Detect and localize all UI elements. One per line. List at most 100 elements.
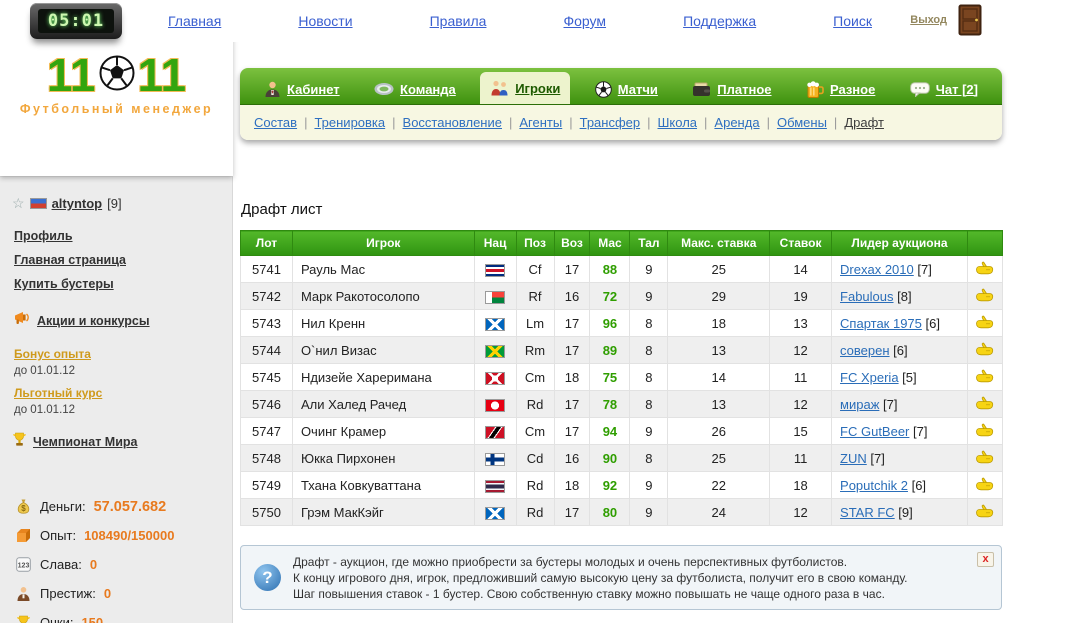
moneybag-icon: $ [14, 498, 32, 515]
site-logo[interactable]: 11 11 Футбольный менеджер [14, 52, 219, 116]
leader-link[interactable]: Спартак 1975 [840, 316, 922, 331]
bid-hand-icon[interactable] [975, 369, 994, 383]
logout-link[interactable]: Выход [910, 14, 947, 26]
age-cell: 17 [553, 498, 591, 526]
subnav-link-trenirovka[interactable]: Тренировка [314, 115, 385, 130]
subnav-link-shkola[interactable]: Школа [658, 115, 698, 130]
table-header-row: Лот Игрок Нац Поз Воз Мас Тал Макс. ставка Ставо… [240, 230, 1004, 256]
column-header: Ставок [769, 230, 833, 256]
leader-link[interactable]: Poputchik 2 [840, 478, 908, 493]
draft-row: 5749 Тхана Ковкуваттана Rd 18 92 9 22 18 Poputch… [240, 471, 1004, 499]
flag-sco-icon [485, 317, 506, 331]
age-cell: 17 [553, 309, 591, 337]
subnav-link-vosstanovlenie[interactable]: Восстановление [403, 115, 502, 130]
bid-hand-icon[interactable] [975, 288, 994, 302]
bid-cell [966, 444, 1004, 472]
tab-chat[interactable]: Чат [2] [900, 74, 988, 104]
dice-icon: 123 [14, 557, 32, 572]
bids-cell: 12 [769, 336, 833, 364]
leader-link[interactable]: STAR FC [840, 505, 895, 520]
position-cell: Lm [515, 309, 555, 337]
leader-cell: мираж [7] [831, 390, 968, 418]
tab-matches[interactable]: Матчи [585, 74, 668, 104]
flag-tha-icon [485, 479, 506, 493]
subnav-link-draft[interactable]: Драфт [844, 115, 884, 130]
subnav-link-arenda[interactable]: Аренда [714, 115, 759, 130]
draft-row: 5750 Грэм МакКэйг Rd 17 80 9 24 12 STAR FC [9] [240, 498, 1004, 526]
column-header: Игрок [291, 230, 475, 256]
topnav-link-forum[interactable]: Форум [564, 13, 607, 29]
topnav-link-rules[interactable]: Правила [430, 13, 487, 29]
sidebar-links: Профиль Главная страница Купить бустеры [0, 229, 232, 291]
draft-row: 5744 О`нил Визас Rm 17 89 8 13 12 соверен [6] [240, 336, 1004, 364]
world-championship-link[interactable]: Чемпионат Мира [33, 435, 137, 449]
tab-label: Чат [2] [935, 81, 978, 97]
talent-cell: 8 [629, 390, 669, 418]
bid-hand-icon[interactable] [975, 261, 994, 275]
subnav-link-obmeny[interactable]: Обмены [777, 115, 827, 130]
leader-link[interactable]: Drexax 2010 [840, 262, 914, 277]
topnav-link-support[interactable]: Поддержка [683, 13, 756, 29]
user-name-link[interactable]: altyntop [52, 196, 103, 211]
bid-hand-icon[interactable] [975, 396, 994, 410]
talent-cell: 9 [629, 417, 669, 445]
bonus-link[interactable]: Бонус опыта [14, 347, 91, 361]
bid-hand-icon[interactable] [975, 342, 994, 356]
bid-cell [966, 255, 1004, 283]
subnav-separator: | [392, 115, 396, 130]
soccer-ball-icon [99, 55, 135, 96]
tab-cabinet[interactable]: Кабинет [254, 74, 350, 104]
tab-misc[interactable]: Разное [796, 74, 885, 104]
leader-link[interactable]: мираж [840, 397, 879, 412]
leader-link[interactable]: FC GutBeer [840, 424, 909, 439]
draft-row: 5746 Али Халед Рачед Rd 17 78 8 13 12 мираж [7] [240, 390, 1004, 418]
bid-hand-icon[interactable] [975, 423, 994, 437]
player-name-cell: Нил Кренн [291, 309, 475, 337]
sidebar-link-mainpage[interactable]: Главная страница [14, 253, 232, 267]
leader-level: [7] [913, 261, 932, 277]
logo-subtitle: Футбольный менеджер [19, 102, 214, 116]
promotions-link[interactable]: Акции и конкурсы [37, 314, 150, 328]
bid-hand-icon[interactable] [975, 504, 994, 518]
game-timer: 05:01 [30, 3, 122, 39]
subnav-link-sostav[interactable]: Состав [254, 115, 297, 130]
subnav-separator: | [508, 115, 513, 130]
star-icon: ☆ [12, 195, 25, 211]
sidebar-link-profile[interactable]: Профиль [14, 229, 232, 243]
bid-hand-icon[interactable] [975, 315, 994, 329]
leader-link[interactable]: ZUN [840, 451, 867, 466]
stat-value: 0 [89, 557, 98, 572]
leader-cell: Fabulous [8] [831, 282, 968, 310]
stat-value: 57.057.682 [93, 498, 167, 515]
door-icon[interactable] [958, 4, 982, 36]
flag-bdi-icon [485, 371, 506, 385]
topnav-link-home[interactable]: Главная [168, 13, 221, 29]
age-cell: 18 [553, 363, 591, 391]
bid-hand-icon[interactable] [975, 477, 994, 491]
subnav-link-agenty[interactable]: Агенты [519, 115, 562, 130]
tab-players[interactable]: Игроки [480, 72, 571, 104]
tab-team[interactable]: Команда [364, 74, 466, 104]
subnav-link-transfer[interactable]: Трансфер [580, 115, 641, 130]
bonus-link[interactable]: Льготный курс [14, 386, 102, 400]
sidebar-link-buy-boosters[interactable]: Купить бустеры [14, 277, 232, 291]
leader-cell: Poputchik 2 [6] [831, 471, 968, 499]
leader-link[interactable]: соверен [840, 343, 890, 358]
promo-row: Акции и конкурсы [14, 311, 232, 330]
bids-cell: 18 [769, 471, 833, 499]
age-cell: 17 [553, 336, 591, 364]
topnav-link-search[interactable]: Поиск [833, 13, 872, 29]
tab-paid[interactable]: Платное [682, 74, 781, 104]
position-cell: Cm [515, 417, 555, 445]
lot-cell: 5743 [240, 309, 293, 337]
stat-exp: Опыт: 108490/150000 [0, 521, 232, 550]
player-name-cell: Рауль Мас [291, 255, 475, 283]
bid-hand-icon[interactable] [975, 450, 994, 464]
topnav-link-news[interactable]: Новости [298, 13, 352, 29]
draft-table: Лот Игрок Нац Поз Воз Мас Тал Макс. ставка Ставо… [240, 230, 1004, 526]
stat-label: Слава: [40, 557, 82, 572]
leader-link[interactable]: Fabulous [840, 289, 893, 304]
stat-points: Очки: 150 [0, 608, 232, 623]
close-icon[interactable]: x [977, 552, 994, 567]
leader-link[interactable]: FC Xperia [840, 370, 899, 385]
